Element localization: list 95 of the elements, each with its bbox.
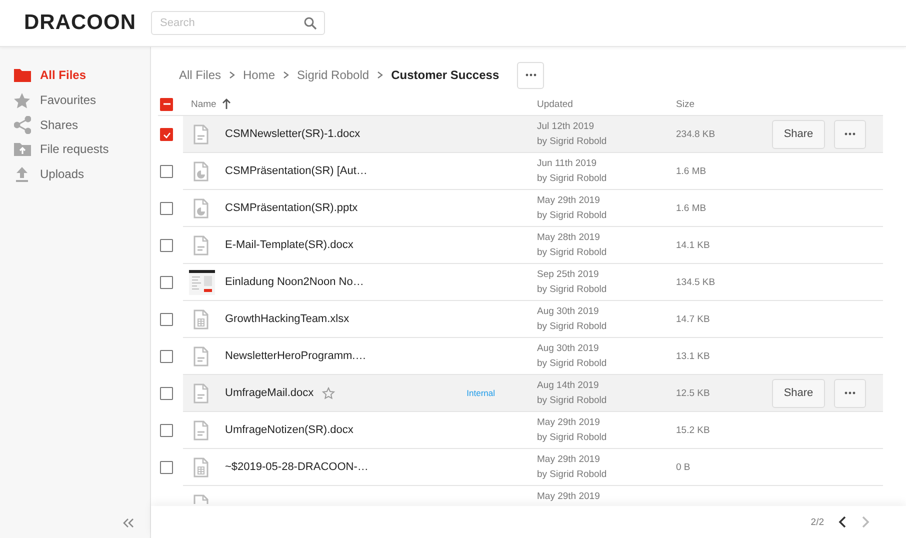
chevron-left-icon[interactable]: [838, 516, 847, 528]
updated-date: Jul 12th 2019: [537, 121, 596, 132]
file-size: 14.1 KB: [676, 240, 711, 250]
file-size: 1.6 MB: [676, 166, 708, 176]
star-icon[interactable]: [322, 386, 335, 400]
file-name[interactable]: UmfrageNotizen(SR).docx: [225, 424, 354, 436]
file-size: 134.5 KB: [676, 276, 716, 288]
file-name[interactable]: CSMNewsletter(SR)-1.docx: [225, 128, 360, 140]
share-icon: [14, 116, 30, 134]
checkbox[interactable]: [160, 424, 173, 437]
updated-date: Aug 14th 2019: [537, 380, 600, 391]
spreadsheet-icon: [193, 456, 209, 478]
document-icon: [193, 124, 209, 144]
document-icon: [193, 346, 209, 366]
checkbox[interactable]: [160, 165, 173, 178]
share-button[interactable]: Share: [772, 120, 825, 148]
file-name[interactable]: CSMPräsentation(SR).pptx: [225, 202, 358, 214]
updated-by: by Sigrid Robold: [537, 469, 608, 480]
more-icon: [844, 132, 856, 136]
updated-date: Jun 11th 2019: [537, 158, 598, 169]
chevron-right-icon: [229, 71, 236, 79]
updated-date: Sep 25th 2019: [537, 269, 600, 280]
updated-by: by Sigrid Robold: [537, 136, 608, 147]
updated-date: May 29th 2019: [537, 454, 601, 465]
column-header[interactable]: Updated: [537, 98, 676, 110]
updated-by: by Sigrid Robold: [537, 284, 608, 295]
checkbox[interactable]: [160, 387, 173, 400]
presentation-icon: [193, 198, 209, 218]
checkbox[interactable]: [160, 276, 173, 289]
column-header[interactable]: Size: [676, 98, 772, 110]
file-size: 1.6 MB: [676, 202, 708, 214]
file-name[interactable]: ~$2019-05-28-DRACOON-…: [225, 461, 368, 473]
checkbox[interactable]: [160, 461, 173, 474]
updated-by: by Sigrid Robold: [537, 358, 608, 369]
file-name[interactable]: NewsletterHeroProgramm.…: [225, 350, 366, 362]
checkbox[interactable]: [160, 128, 173, 141]
file-size: 15.2 KB: [676, 424, 711, 436]
file-name[interactable]: E-Mail-Template(SR).docx: [225, 239, 354, 251]
column-header[interactable]: Name: [191, 98, 216, 110]
updated-by: by Sigrid Robold: [537, 321, 608, 332]
folder-icon: [12, 66, 32, 84]
updated-by: by Sigrid Robold: [537, 173, 608, 184]
search-field[interactable]: Search: [151, 11, 325, 35]
chevron-right-icon: [377, 71, 384, 79]
updated-by: by Sigrid Robold: [537, 395, 608, 406]
document-thumbnail: [189, 270, 215, 294]
updated-by: by Sigrid Robold: [537, 432, 608, 443]
file-size: 234.8 KB: [676, 128, 716, 140]
breadcrumb-link[interactable]: Customer Success: [391, 68, 500, 82]
sidebar-item[interactable]: Shares: [0, 112, 150, 138]
search-icon: [304, 17, 317, 30]
logo: DRACOON: [23, 11, 137, 35]
file-name[interactable]: GrowthHackingTeam.xlsx: [225, 313, 350, 325]
updated-date: May 29th 2019: [537, 491, 601, 502]
checkbox[interactable]: [160, 350, 173, 363]
file-name[interactable]: UmfrageMail.docx: [225, 387, 314, 399]
sidebar-item[interactable]: File requests: [0, 137, 150, 162]
breadcrumb-link[interactable]: Sigrid Robold: [297, 68, 370, 82]
updated-date: Aug 30th 2019: [537, 306, 600, 317]
tag: Internal: [466, 388, 505, 398]
updated-by: by Sigrid Robold: [537, 247, 608, 258]
file-size: 13.1 KB: [676, 350, 711, 362]
more-icon: [524, 73, 537, 77]
document-icon: [193, 420, 209, 440]
breadcrumb-link[interactable]: All Files: [179, 68, 222, 82]
file-size: 12.5 KB: [676, 388, 711, 398]
share-button[interactable]: Share: [772, 378, 825, 408]
document-icon: [193, 234, 209, 256]
upload-icon: [15, 166, 29, 183]
more-icon: [844, 391, 856, 395]
spreadsheet-icon: [193, 308, 209, 330]
breadcrumb-link[interactable]: Home: [243, 68, 276, 82]
folder-upload-icon: [12, 140, 32, 158]
presentation-icon: [193, 160, 209, 182]
updated-date: May 29th 2019: [537, 195, 601, 206]
updated-date: Aug 30th 2019: [537, 343, 600, 354]
file-name[interactable]: Einladung Noon2Noon No…: [225, 276, 364, 288]
checkbox[interactable]: [160, 239, 173, 252]
file-name[interactable]: CSMPräsentation(SR) [Aut…: [225, 165, 368, 177]
file-size: 0 B: [676, 462, 692, 472]
chevron-right-icon: [283, 71, 290, 79]
sidebar-item[interactable]: Favourites: [0, 88, 150, 112]
updated-by: by Sigrid Robold: [537, 210, 608, 221]
checkbox[interactable]: [160, 202, 173, 215]
page-indicator: 2/2: [810, 516, 824, 528]
star-icon: [13, 92, 31, 109]
sidebar-item[interactable]: All Files: [0, 63, 150, 88]
updated-date: May 29th 2019: [537, 417, 601, 428]
checkbox[interactable]: [160, 313, 173, 326]
updated-date: May 28th 2019: [537, 232, 601, 243]
document-icon: [193, 382, 209, 404]
sidebar-item[interactable]: Uploads: [0, 162, 150, 186]
checkbox[interactable]: [160, 98, 173, 110]
collapse-icon[interactable]: [122, 518, 134, 528]
file-size: 14.7 KB: [676, 314, 711, 324]
